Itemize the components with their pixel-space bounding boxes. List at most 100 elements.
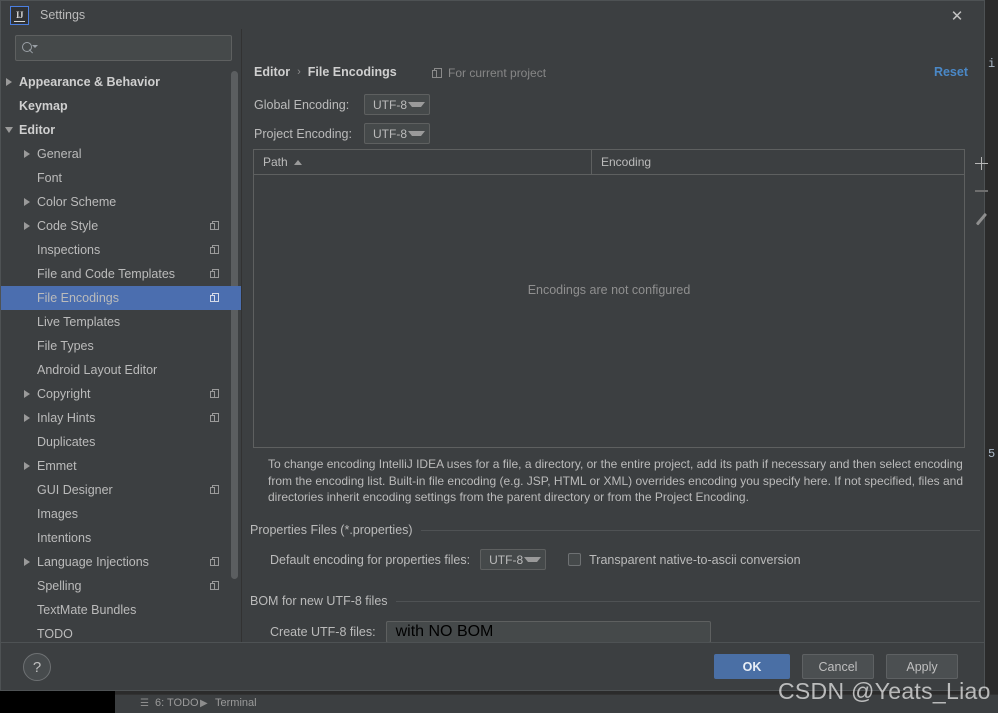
project-encoding-dropdown[interactable]: UTF-8	[364, 123, 430, 144]
editor-glyph-1: i	[988, 57, 996, 71]
ok-button[interactable]: OK	[714, 654, 790, 679]
column-header-path[interactable]: Path	[254, 150, 592, 174]
project-scope-icon	[210, 220, 221, 232]
sidebar-item-emmet[interactable]: Emmet	[1, 454, 241, 478]
chevron-right-icon[interactable]	[21, 460, 33, 472]
sidebar-item-textmate-bundles[interactable]: TextMate Bundles	[1, 598, 241, 622]
plus-icon	[974, 156, 988, 170]
section-divider	[395, 600, 980, 602]
chevron-right-icon[interactable]	[21, 388, 33, 400]
chevron-right-icon[interactable]	[3, 76, 15, 88]
sidebar-item-label: File Encodings	[37, 291, 119, 305]
table-body: Encodings are not configured	[254, 175, 964, 447]
sidebar-item-file-encodings[interactable]: File Encodings	[1, 286, 241, 310]
sidebar-item-label: Appearance & Behavior	[19, 75, 161, 89]
chevron-down-icon[interactable]	[3, 124, 15, 136]
sidebar-item-label: Duplicates	[37, 435, 96, 449]
sidebar-item-todo[interactable]: TODO	[1, 622, 241, 642]
table-toolbar	[965, 149, 997, 233]
reset-link[interactable]: Reset	[934, 65, 968, 79]
section-divider	[420, 529, 980, 531]
settings-content-pane: Editor › File Encodings For current proj…	[242, 29, 988, 665]
chevron-right-icon[interactable]	[21, 148, 33, 160]
sidebar-item-gui-designer[interactable]: GUI Designer	[1, 478, 241, 502]
project-encoding-row: Project Encoding: UTF-8	[254, 123, 430, 144]
sidebar-item-label: Editor	[19, 123, 56, 137]
project-scope-icon	[210, 412, 221, 424]
settings-tree[interactable]: Appearance & Behavior Keymap Editor General…	[1, 69, 241, 642]
sidebar-item-inlay-hints[interactable]: Inlay Hints	[1, 406, 241, 430]
sidebar-item-duplicates[interactable]: Duplicates	[1, 430, 241, 454]
screen: i 5 ☰ 6: TODO ▶ Terminal IJ Settings ✕ A…	[0, 0, 998, 713]
sidebar-item-label: Images	[37, 507, 78, 521]
sidebar-item-copyright[interactable]: Copyright	[1, 382, 241, 406]
sidebar-item-inspections[interactable]: Inspections	[1, 238, 241, 262]
native-to-ascii-label: Transparent native-to-ascii conversion	[589, 552, 801, 567]
remove-encoding-button[interactable]	[967, 177, 995, 205]
chevron-down-icon	[408, 131, 425, 136]
native-to-ascii-checkbox-row[interactable]: Transparent native-to-ascii conversion	[568, 552, 801, 567]
sidebar-item-language-injections[interactable]: Language Injections	[1, 550, 241, 574]
column-header-encoding-label: Encoding	[601, 155, 652, 169]
sidebar-item-label: GUI Designer	[37, 483, 113, 497]
chevron-right-icon[interactable]	[21, 196, 33, 208]
breadcrumb-parent[interactable]: Editor	[254, 65, 290, 79]
sidebar-item-label: General	[37, 147, 82, 161]
sidebar-item-images[interactable]: Images	[1, 502, 241, 526]
close-icon[interactable]: ✕	[948, 7, 966, 25]
ide-corner-panel	[0, 691, 115, 713]
sidebar-item-file-types[interactable]: File Types	[1, 334, 241, 358]
search-input[interactable]	[36, 41, 231, 55]
help-button[interactable]: ?	[23, 653, 51, 681]
project-scope-icon	[210, 268, 221, 280]
encodings-description: To change encoding IntelliJ IDEA uses fo…	[268, 457, 964, 504]
create-utf8-files-row: Create UTF-8 files: with NO BOM	[270, 621, 711, 643]
cancel-button[interactable]: Cancel	[802, 654, 874, 679]
sidebar-item-label: TextMate Bundles	[37, 603, 137, 617]
add-encoding-button[interactable]	[967, 149, 995, 177]
sidebar-item-editor[interactable]: Editor	[1, 118, 241, 142]
column-header-encoding[interactable]: Encoding	[592, 150, 964, 174]
sidebar-item-label: Keymap	[19, 99, 68, 113]
chevron-right-icon[interactable]	[21, 220, 33, 232]
tool-window-terminal[interactable]: ▶ Terminal	[200, 697, 257, 709]
sidebar-item-keymap[interactable]: Keymap	[1, 94, 241, 118]
native-to-ascii-checkbox[interactable]	[568, 553, 582, 566]
properties-files-section-header: Properties Files (*.properties)	[250, 523, 980, 537]
chevron-right-icon[interactable]	[21, 412, 33, 424]
apply-button[interactable]: Apply	[886, 654, 958, 679]
global-encoding-row: Global Encoding: UTF-8	[254, 94, 430, 115]
sidebar-item-label: Inspections	[37, 243, 101, 257]
tool-window-todo[interactable]: ☰ 6: TODO	[140, 697, 199, 709]
global-encoding-dropdown[interactable]: UTF-8	[364, 94, 430, 115]
sidebar-item-general[interactable]: General	[1, 142, 241, 166]
properties-files-section-title: Properties Files (*.properties)	[250, 523, 413, 537]
create-utf8-files-dropdown[interactable]: with NO BOM	[385, 621, 711, 643]
project-scope-icon	[210, 388, 221, 400]
dialog-title-bar: IJ Settings ✕	[1, 1, 984, 29]
terminal-icon: ▶	[200, 697, 208, 709]
sidebar-item-intentions[interactable]: Intentions	[1, 526, 241, 550]
sidebar-item-code-style[interactable]: Code Style	[1, 214, 241, 238]
tool-window-terminal-label: Terminal	[215, 697, 257, 709]
sidebar-item-appearance-behavior[interactable]: Appearance & Behavior	[1, 70, 241, 94]
sidebar-item-spelling[interactable]: Spelling	[1, 574, 241, 598]
sidebar-item-android-layout-editor[interactable]: Android Layout Editor	[1, 358, 241, 382]
search-box[interactable]	[15, 35, 232, 61]
chevron-right-icon[interactable]	[21, 556, 33, 568]
sidebar-item-label: Color Scheme	[37, 195, 117, 209]
sidebar-item-file-and-code-templates[interactable]: File and Code Templates	[1, 262, 241, 286]
sidebar-item-font[interactable]: Font	[1, 166, 241, 190]
edit-encoding-button[interactable]	[967, 205, 995, 233]
project-encoding-label: Project Encoding:	[254, 126, 352, 141]
sidebar-item-label: File and Code Templates	[37, 267, 176, 281]
search-container	[1, 29, 241, 69]
search-icon	[22, 41, 38, 55]
default-properties-encoding-dropdown[interactable]: UTF-8	[480, 549, 547, 570]
encodings-table[interactable]: Path Encoding Encodings are not configur…	[253, 149, 965, 448]
table-empty-message: Encodings are not configured	[527, 283, 691, 297]
sidebar-item-label: Inlay Hints	[37, 411, 96, 425]
sidebar-item-live-templates[interactable]: Live Templates	[1, 310, 241, 334]
sidebar-item-color-scheme[interactable]: Color Scheme	[1, 190, 241, 214]
editor-glyph-2: 5	[988, 447, 996, 461]
